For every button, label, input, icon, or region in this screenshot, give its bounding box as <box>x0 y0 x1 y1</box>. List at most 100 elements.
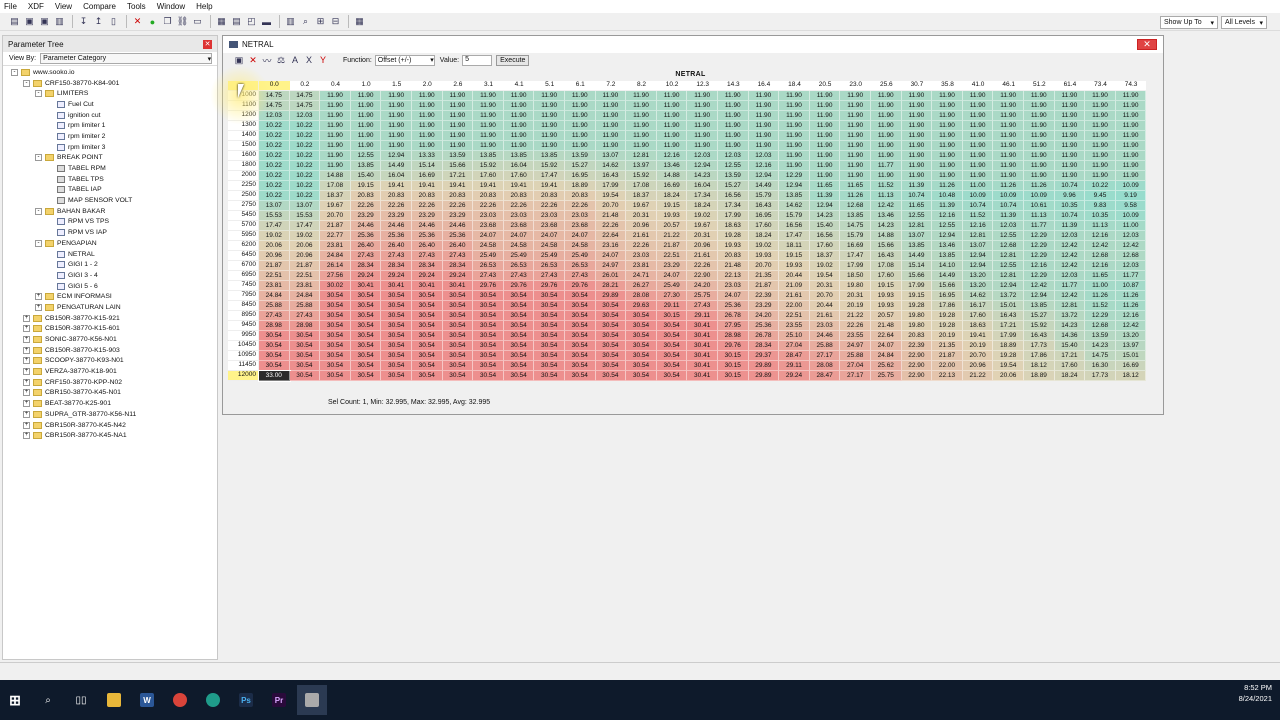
table-cell[interactable]: 11.90 <box>718 101 749 111</box>
table-cell[interactable]: 11.90 <box>565 111 596 121</box>
menu-file[interactable]: File <box>4 2 17 11</box>
table-cell[interactable]: 11.90 <box>565 101 596 111</box>
table-cell[interactable]: 15.66 <box>871 241 902 251</box>
collapse-icon[interactable]: - <box>35 154 42 162</box>
table-cell[interactable]: 24.07 <box>534 231 565 241</box>
tree-node[interactable]: TABEL TPS <box>3 174 217 185</box>
table-cell[interactable]: 11.90 <box>993 131 1024 141</box>
row-header[interactable]: 6200 <box>228 241 258 251</box>
table-cell[interactable]: 11.90 <box>1115 91 1147 101</box>
table-cell[interactable]: 13.85 <box>350 161 382 171</box>
row-header[interactable]: 2500 <box>228 191 258 201</box>
table-cell[interactable]: 23.29 <box>656 261 688 271</box>
table-cell[interactable]: 18.63 <box>718 221 749 231</box>
table-cell[interactable]: 11.39 <box>809 191 841 201</box>
table-cell[interactable]: 11.90 <box>350 111 382 121</box>
table-cell[interactable]: 11.90 <box>442 101 474 111</box>
table-cell[interactable]: 13.85 <box>932 251 963 261</box>
table-cell[interactable]: 24.46 <box>350 221 382 231</box>
table-cell[interactable]: 11.90 <box>534 141 565 151</box>
table-cell[interactable]: 12.94 <box>962 261 994 271</box>
minimize-icon[interactable]: ▬ <box>260 16 273 28</box>
table-cell[interactable]: 17.73 <box>1024 341 1055 351</box>
table-cell[interactable]: 11.90 <box>656 121 688 131</box>
column-header[interactable]: 0.4 <box>320 81 351 90</box>
column-header[interactable]: 14.3 <box>718 81 749 90</box>
table-cell[interactable]: 20.57 <box>656 221 688 231</box>
column-header[interactable]: 10.2 <box>656 81 688 90</box>
table-cell[interactable]: 22.26 <box>626 241 657 251</box>
table-cell[interactable]: 27.04 <box>840 361 871 371</box>
table-cell[interactable]: 11.52 <box>962 211 994 221</box>
table-cell[interactable]: 11.90 <box>962 91 994 101</box>
table-cell[interactable]: 12.42 <box>1054 291 1086 301</box>
table-cell[interactable]: 12.29 <box>1024 271 1055 281</box>
table-cell[interactable]: 13.46 <box>932 241 963 251</box>
row-header[interactable]: 6700 <box>228 261 258 271</box>
table-cell[interactable]: 23.29 <box>350 211 382 221</box>
table-cell[interactable]: 14.10 <box>932 261 963 271</box>
table-cell[interactable]: 11.90 <box>932 101 963 111</box>
table-cell[interactable]: 11.90 <box>1054 171 1086 181</box>
table-cell[interactable]: 12.03 <box>1054 271 1086 281</box>
table-cell[interactable]: 22.64 <box>595 231 627 241</box>
table-cell[interactable]: 19.15 <box>871 281 902 291</box>
table-cell[interactable]: 12.68 <box>1085 251 1116 261</box>
word-icon[interactable]: W <box>132 685 162 715</box>
table-cell[interactable]: 30.54 <box>259 341 290 351</box>
table-cell[interactable]: 30.54 <box>350 331 382 341</box>
table-cell[interactable]: 24.46 <box>809 331 841 341</box>
tree-node[interactable]: + CB150R-38770-K15-601 <box>3 324 217 335</box>
table-cell[interactable]: 15.01 <box>1115 351 1147 361</box>
chrome-icon[interactable] <box>165 685 195 715</box>
table-cell[interactable]: 11.90 <box>779 101 810 111</box>
table-cell[interactable]: 12.03 <box>1054 231 1086 241</box>
table-cell[interactable]: 11.90 <box>1115 101 1147 111</box>
expand-icon[interactable]: + <box>23 368 30 376</box>
table-cell[interactable]: 12.16 <box>1085 261 1116 271</box>
table-cell[interactable]: 30.54 <box>289 331 321 341</box>
collapse-icon[interactable]: - <box>11 68 18 76</box>
table-cell[interactable]: 11.90 <box>871 121 902 131</box>
table-cell[interactable]: 22.90 <box>901 371 933 381</box>
compare-icon[interactable]: ⊞ <box>314 16 327 28</box>
table-cell[interactable]: 19.93 <box>656 211 688 221</box>
table-cell[interactable]: 11.90 <box>993 141 1024 151</box>
table-cell[interactable]: 14.75 <box>289 101 321 111</box>
menu-compare[interactable]: Compare <box>83 2 116 11</box>
table-cell[interactable]: 30.54 <box>595 351 627 361</box>
table-cell[interactable]: 24.07 <box>473 231 504 241</box>
table-cell[interactable]: 11.90 <box>1024 91 1055 101</box>
table-cell[interactable]: 12.29 <box>1085 311 1116 321</box>
table-cell[interactable]: 14.88 <box>320 171 351 181</box>
table-cell[interactable]: 16.56 <box>809 231 841 241</box>
table-cell[interactable]: 10.74 <box>1054 181 1086 191</box>
expand-icon[interactable]: + <box>35 303 42 311</box>
table-cell[interactable]: 30.15 <box>718 361 749 371</box>
table-cell[interactable]: 22.00 <box>779 301 810 311</box>
table-cell[interactable]: 28.98 <box>718 331 749 341</box>
table-cell[interactable]: 29.76 <box>565 281 596 291</box>
table-cell[interactable]: 11.90 <box>595 141 627 151</box>
table-cell[interactable]: 22.13 <box>932 371 963 381</box>
expand-icon[interactable]: + <box>23 410 30 418</box>
table-cell[interactable]: 30.54 <box>565 361 596 371</box>
table-cell[interactable]: 10.87 <box>1115 281 1147 291</box>
table-cell[interactable]: 13.85 <box>1024 301 1055 311</box>
table-cell[interactable]: 11.90 <box>381 141 412 151</box>
table-cell[interactable]: 11.90 <box>748 131 780 141</box>
table-cell[interactable]: 23.81 <box>320 241 351 251</box>
table-cell[interactable]: 12.81 <box>626 151 657 161</box>
table-cell[interactable]: 11.13 <box>1085 221 1116 231</box>
table-cell[interactable]: 25.49 <box>473 251 504 261</box>
table-cell[interactable]: 21.48 <box>718 261 749 271</box>
table-cell[interactable]: 11.90 <box>442 91 474 101</box>
table-cell[interactable]: 11.90 <box>656 111 688 121</box>
table-cell[interactable]: 19.15 <box>350 181 382 191</box>
table-cell[interactable]: 19.41 <box>534 181 565 191</box>
table-cell[interactable]: 30.54 <box>320 351 351 361</box>
table-cell[interactable]: 14.23 <box>871 221 902 231</box>
table-cell[interactable]: 30.54 <box>656 351 688 361</box>
table-cell[interactable]: 17.47 <box>259 221 290 231</box>
table-cell[interactable]: 26.40 <box>350 241 382 251</box>
